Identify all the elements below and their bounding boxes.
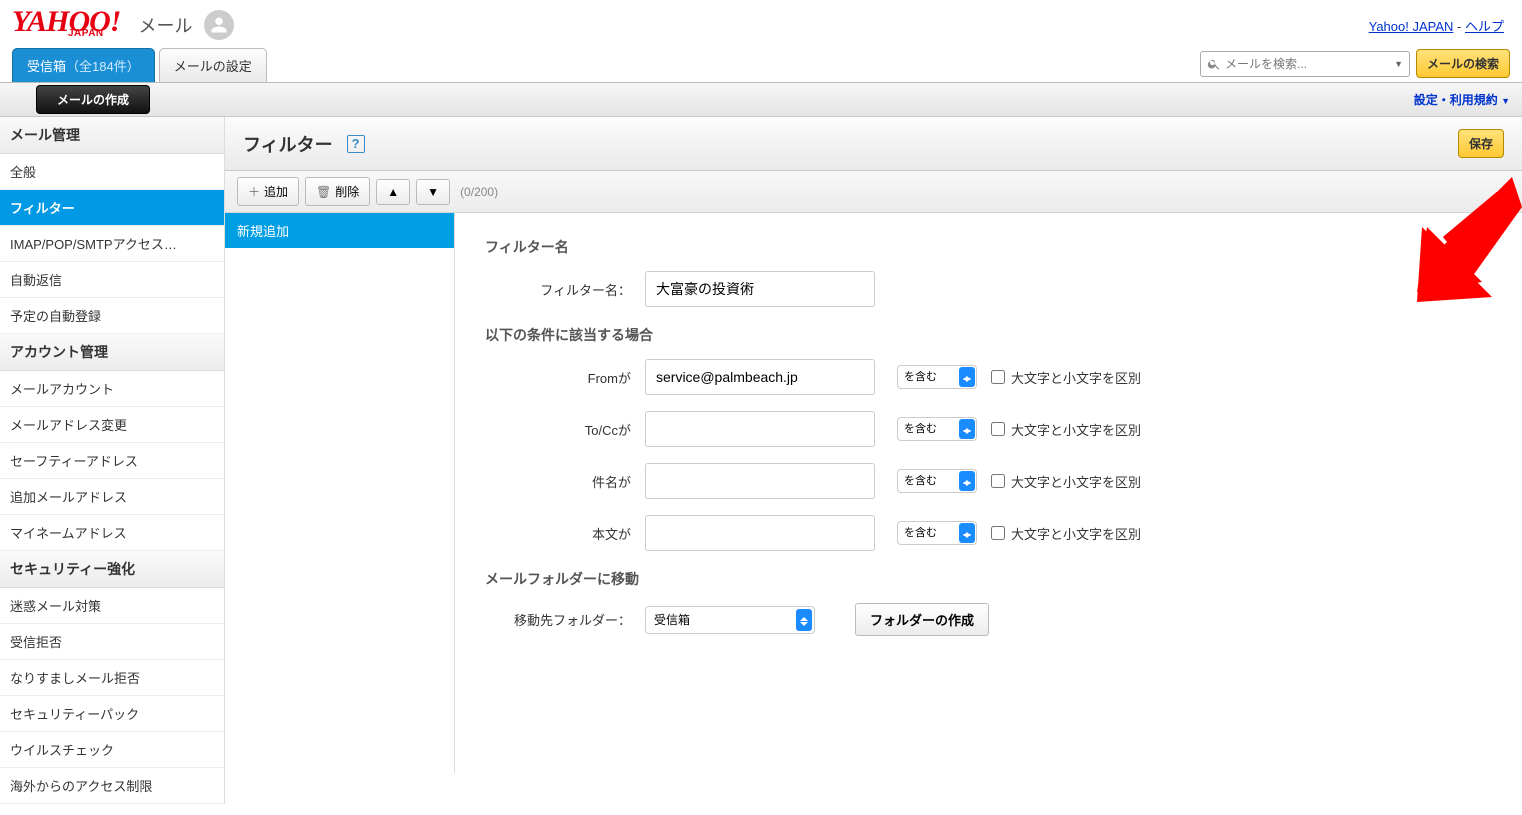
delete-filter-button[interactable]: 🗑削除 xyxy=(305,177,370,206)
sidebar-item-autoreply[interactable]: 自動返信 xyxy=(0,262,224,298)
page-title: フィルター xyxy=(243,131,333,157)
section-filter-name: フィルター名 xyxy=(485,237,1492,257)
avatar[interactable] xyxy=(204,10,234,40)
sidebar-section-security: セキュリティー強化 xyxy=(0,551,224,588)
section-move-folder: メールフォルダーに移動 xyxy=(485,569,1492,589)
subject-match-select[interactable]: を含む xyxy=(897,469,977,493)
tab-mail-settings[interactable]: メールの設定 xyxy=(159,48,267,82)
sidebar-item-imap[interactable]: IMAP/POP/SMTPアクセス… xyxy=(0,226,224,262)
logo-mail-text: メール xyxy=(138,12,192,38)
label-body: 本文が xyxy=(485,524,645,543)
search-dropdown-caret[interactable]: ▼ xyxy=(1394,59,1403,69)
help-link[interactable]: ヘルプ xyxy=(1465,19,1504,34)
create-folder-button[interactable]: フォルダーの作成 xyxy=(855,603,989,636)
save-button[interactable]: 保存 xyxy=(1458,129,1504,158)
move-down-button[interactable]: ▼ xyxy=(416,179,450,205)
sidebar-item-safety-address[interactable]: セーフティーアドレス xyxy=(0,443,224,479)
sidebar: メール管理 全般 フィルター IMAP/POP/SMTPアクセス… 自動返信 予… xyxy=(0,117,225,804)
search-input-wrap[interactable]: ▼ xyxy=(1200,51,1410,77)
filter-name-input[interactable] xyxy=(645,271,875,307)
subject-case-label[interactable]: 大文字と小文字を区別 xyxy=(991,472,1141,491)
dest-folder-select[interactable]: 受信箱 xyxy=(645,606,815,634)
filter-counter: (0/200) xyxy=(460,185,498,199)
tocc-case-checkbox[interactable] xyxy=(991,422,1005,436)
label-dest-folder: 移動先フォルダー： xyxy=(485,610,645,629)
settings-terms-link[interactable]: 設定・利用規約 ▼ xyxy=(1414,91,1510,108)
logo[interactable]: YAHOO! JAPAN メール xyxy=(12,11,192,39)
tab-inbox[interactable]: 受信箱（全184件） xyxy=(12,48,155,82)
yahoo-japan-link[interactable]: Yahoo! JAPAN xyxy=(1369,19,1454,34)
label-tocc: To/Ccが xyxy=(485,420,645,439)
label-from: Fromが xyxy=(485,368,645,387)
subject-input[interactable] xyxy=(645,463,875,499)
chevron-down-icon: ▼ xyxy=(1501,96,1510,106)
sidebar-item-spam[interactable]: 迷惑メール対策 xyxy=(0,588,224,624)
body-match-select[interactable]: を含む xyxy=(897,521,977,545)
tocc-match-select[interactable]: を含む xyxy=(897,417,977,441)
from-case-checkbox[interactable] xyxy=(991,370,1005,384)
sidebar-item-spoof-block[interactable]: なりすましメール拒否 xyxy=(0,660,224,696)
from-case-label[interactable]: 大文字と小文字を区別 xyxy=(991,368,1141,387)
compose-button[interactable]: メールの作成 xyxy=(36,85,150,114)
sidebar-item-virus-check[interactable]: ウイルスチェック xyxy=(0,732,224,768)
sidebar-item-mail-account[interactable]: メールアカウント xyxy=(0,371,224,407)
sidebar-item-block[interactable]: 受信拒否 xyxy=(0,624,224,660)
add-filter-button[interactable]: ＋追加 xyxy=(237,177,299,206)
body-case-label[interactable]: 大文字と小文字を区別 xyxy=(991,524,1141,543)
filter-item-new[interactable]: 新規追加 xyxy=(225,213,454,248)
sidebar-item-myname-address[interactable]: マイネームアドレス xyxy=(0,515,224,551)
sidebar-item-autoreg[interactable]: 予定の自動登録 xyxy=(0,298,224,334)
sidebar-item-general[interactable]: 全般 xyxy=(0,154,224,190)
sidebar-section-mail-mgmt: メール管理 xyxy=(0,117,224,154)
tocc-case-label[interactable]: 大文字と小文字を区別 xyxy=(991,420,1141,439)
tocc-input[interactable] xyxy=(645,411,875,447)
label-filter-name: フィルター名： xyxy=(485,280,645,299)
sidebar-item-overseas-access[interactable]: 海外からのアクセス制限 xyxy=(0,768,224,804)
sidebar-item-add-address[interactable]: 追加メールアドレス xyxy=(0,479,224,515)
search-icon xyxy=(1207,57,1221,71)
search-input[interactable] xyxy=(1225,57,1394,71)
help-icon[interactable]: ? xyxy=(347,135,365,153)
label-subject: 件名が xyxy=(485,472,645,491)
from-input[interactable] xyxy=(645,359,875,395)
caret-down-icon: ▼ xyxy=(427,185,439,199)
move-up-button[interactable]: ▲ xyxy=(376,179,410,205)
subject-case-checkbox[interactable] xyxy=(991,474,1005,488)
caret-up-icon: ▲ xyxy=(387,185,399,199)
search-button[interactable]: メールの検索 xyxy=(1416,49,1510,78)
trash-icon: 🗑 xyxy=(316,185,331,199)
from-match-select[interactable]: を含む xyxy=(897,365,977,389)
plus-icon: ＋ xyxy=(248,183,260,200)
user-icon xyxy=(210,16,228,34)
section-conditions: 以下の条件に該当する場合 xyxy=(485,325,1492,345)
body-case-checkbox[interactable] xyxy=(991,526,1005,540)
filter-list: 新規追加 xyxy=(225,213,455,773)
sidebar-item-security-pack[interactable]: セキュリティーパック xyxy=(0,696,224,732)
body-input[interactable] xyxy=(645,515,875,551)
logo-yahoo-text: YAHOO! xyxy=(12,11,120,32)
sidebar-item-filter[interactable]: フィルター xyxy=(0,190,224,226)
sidebar-item-change-address[interactable]: メールアドレス変更 xyxy=(0,407,224,443)
sidebar-section-account-mgmt: アカウント管理 xyxy=(0,334,224,371)
